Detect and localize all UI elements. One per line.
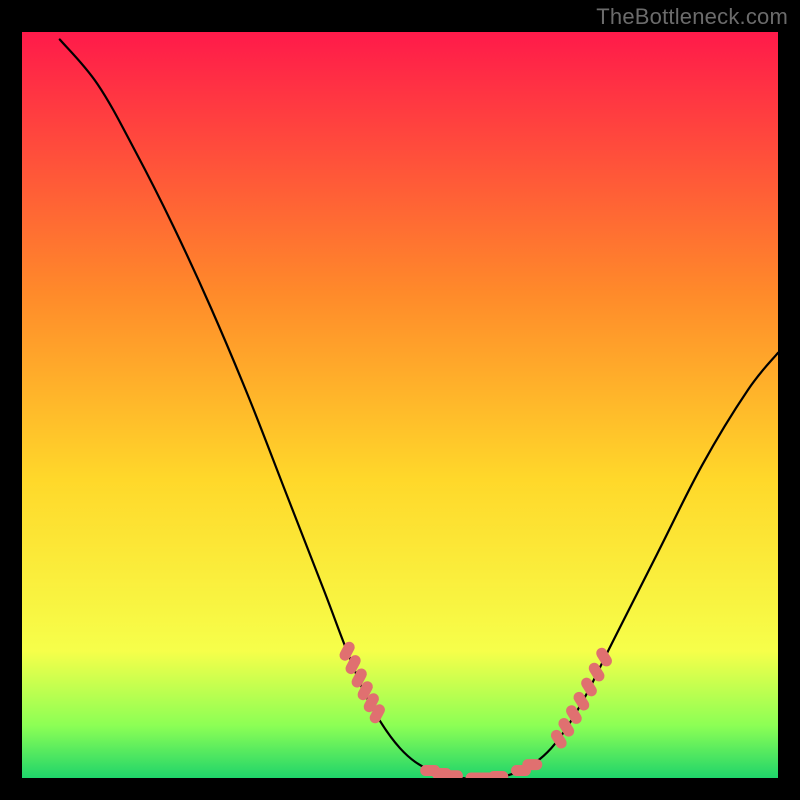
plot-area bbox=[22, 32, 778, 778]
stage: TheBottleneck.com bbox=[0, 0, 800, 800]
gradient-background bbox=[22, 32, 778, 778]
data-marker bbox=[443, 770, 463, 778]
data-marker bbox=[522, 759, 542, 770]
bottleneck-chart bbox=[22, 32, 778, 778]
plot-frame bbox=[20, 30, 780, 780]
data-marker bbox=[488, 771, 508, 778]
watermark-text: TheBottleneck.com bbox=[596, 4, 788, 30]
